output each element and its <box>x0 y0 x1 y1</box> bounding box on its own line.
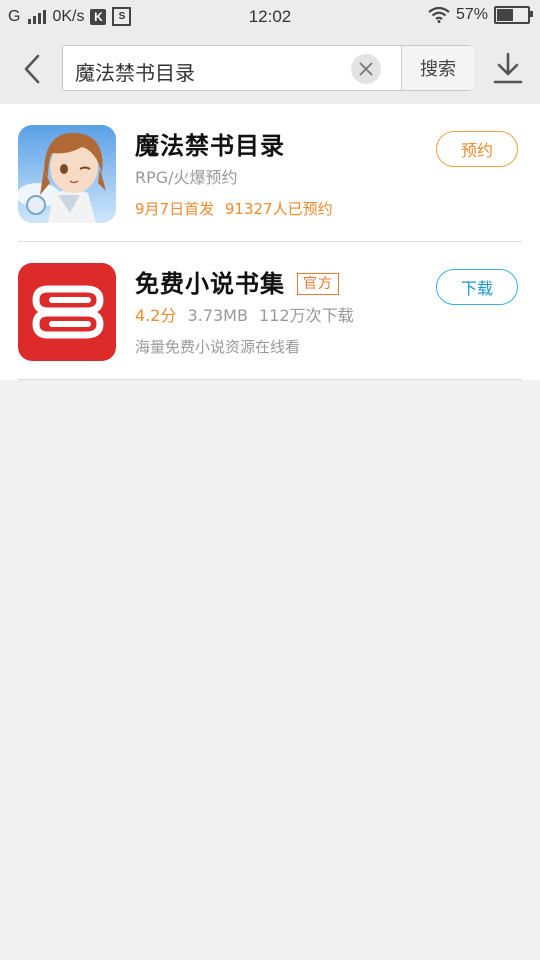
app-rating: 4.2分 <box>135 306 177 325</box>
app-icon-magic-index <box>18 125 116 223</box>
search-button[interactable]: 搜索 <box>401 46 474 90</box>
search-box[interactable]: 魔法禁书目录 搜索 <box>62 45 474 91</box>
status-bar: G 0K/s K S 12:02 57% <box>0 0 540 34</box>
app-description: 海量免费小说资源在线看 <box>135 338 301 356</box>
app-name: 免费小说书集 官方 <box>135 264 339 299</box>
list-item[interactable]: 魔法禁书目录 RPG/火爆预约 9月7日首发 91327人已预约 预约 <box>0 104 540 242</box>
official-badge: 官方 <box>297 273 339 295</box>
list-item[interactable]: 免费小说书集 官方 4.2分 3.73MB 112万次下载 海量免费小说资源在线看… <box>0 242 540 380</box>
app-category: RPG/火爆预约 <box>135 168 238 187</box>
app-icon-free-novels <box>18 263 116 361</box>
reservation-count: 91327人已预约 <box>224 200 333 218</box>
download-button[interactable]: 下载 <box>436 269 518 305</box>
wifi-icon <box>428 7 450 23</box>
back-arrow-icon[interactable] <box>18 50 48 88</box>
app-size: 3.73MB <box>187 306 248 325</box>
search-results-list: 魔法禁书目录 RPG/火爆预约 9月7日首发 91327人已预约 预约 免费小说… <box>0 104 540 380</box>
search-input[interactable]: 魔法禁书目录 <box>75 57 195 86</box>
download-count: 112万次下载 <box>259 306 354 325</box>
clear-search-button[interactable] <box>351 54 381 84</box>
divider <box>18 379 522 380</box>
close-icon <box>359 62 373 76</box>
reserve-button[interactable]: 预约 <box>436 131 518 167</box>
battery-percent: 57% <box>455 6 488 23</box>
search-header: 魔法禁书目录 搜索 <box>0 34 540 104</box>
release-date: 9月7日首发 <box>135 200 215 218</box>
app-stats: 4.2分 3.73MB 112万次下载 <box>135 302 354 326</box>
app-name-text: 免费小说书集 <box>135 270 285 298</box>
app-name: 魔法禁书目录 <box>135 132 285 160</box>
battery-icon <box>494 6 533 24</box>
app-release-info: 9月7日首发 91327人已预约 <box>135 198 333 219</box>
download-icon[interactable] <box>492 50 524 86</box>
